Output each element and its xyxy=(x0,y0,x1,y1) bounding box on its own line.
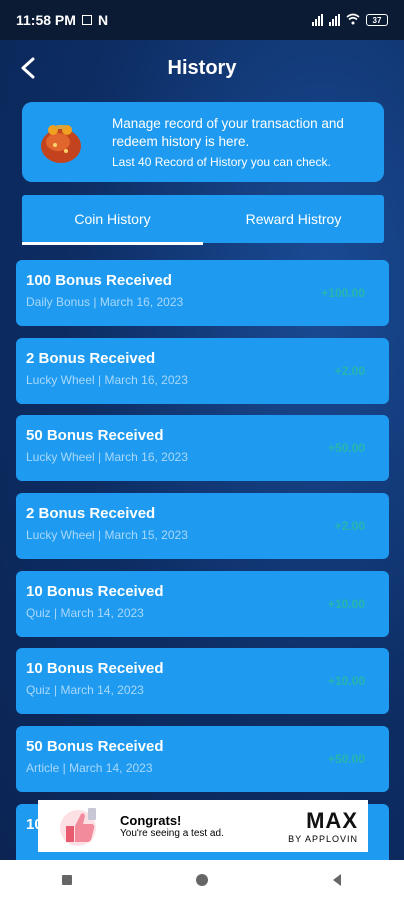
square-icon xyxy=(62,875,73,885)
item-amount: +50.00 xyxy=(327,752,365,767)
status-time: 11:58 PM xyxy=(16,12,76,28)
history-tabs: Coin History Reward Histroy xyxy=(22,195,384,245)
item-title: 10 Bonus Received xyxy=(26,582,164,600)
item-subtitle: Lucky Wheel | March 16, 2023 xyxy=(26,450,188,465)
notification-icon xyxy=(81,15,92,25)
info-line-2: Last 40 Record of History you can check. xyxy=(112,155,331,169)
history-screen: History Manage record of your transactio… xyxy=(0,40,404,860)
back-nav-button[interactable] xyxy=(317,860,357,900)
item-amount: +10.00 xyxy=(327,674,365,689)
page-title: History xyxy=(167,56,237,79)
item-amount: +2.00 xyxy=(334,519,365,534)
item-title: 10 Bonus Received xyxy=(26,660,164,678)
list-item[interactable]: 50 Bonus Received Lucky Wheel | March 16… xyxy=(16,415,389,482)
list-item[interactable]: 100 Bonus Received Daily Bonus | March 1… xyxy=(16,260,389,326)
thumbs-up-icon xyxy=(60,808,96,846)
piggy-bank-icon xyxy=(41,125,81,163)
applovin-logo: MAX BY APPLOVIN xyxy=(288,808,358,844)
ad-subtitle: You're seeing a test ad. xyxy=(120,828,224,839)
signal-icon xyxy=(312,14,323,26)
item-amount: +50.00 xyxy=(327,441,365,456)
status-bar: 11:58 PM N 37 xyxy=(0,0,404,40)
battery-level: 37 xyxy=(372,15,382,25)
tab-reward-history[interactable]: Reward Histroy xyxy=(203,195,384,243)
ad-banner[interactable]: Congrats! You're seeing a test ad. MAX B… xyxy=(38,800,368,852)
system-nav-bar xyxy=(0,860,404,900)
list-item[interactable]: 10 Bonus Received Quiz | March 14, 2023 … xyxy=(16,648,389,715)
item-title: 2 Bonus Received xyxy=(26,349,156,367)
list-item[interactable]: 10 Bonus Received Quiz | March 14, 2023 … xyxy=(16,570,389,637)
info-text: Manage record of your transaction and re… xyxy=(112,115,372,169)
home-button[interactable] xyxy=(182,860,222,900)
info-line-1: Manage record of your transaction and re… xyxy=(112,116,344,149)
list-item[interactable]: 50 Bonus Received Article | March 14, 20… xyxy=(16,726,389,793)
item-amount: +100.00 xyxy=(321,286,365,300)
list-item[interactable]: 2 Bonus Received Lucky Wheel | March 15,… xyxy=(16,493,389,560)
item-subtitle: Lucky Wheel | March 16, 2023 xyxy=(26,372,188,387)
ad-text: Congrats! You're seeing a test ad. xyxy=(120,813,224,839)
triangle-back-icon xyxy=(332,874,341,886)
ad-brand-sub: BY APPLOVIN xyxy=(288,834,358,844)
top-bar: History xyxy=(0,40,404,96)
circle-icon xyxy=(195,874,208,886)
status-indicator-text: N xyxy=(97,12,109,28)
ad-title: Congrats! xyxy=(120,813,182,828)
tab-coin-history[interactable]: Coin History xyxy=(22,195,203,245)
history-list: 100 Bonus Received Daily Bonus | March 1… xyxy=(16,260,389,860)
item-amount: +2.00 xyxy=(334,363,365,378)
list-item[interactable]: 2 Bonus Received Lucky Wheel | March 16,… xyxy=(16,337,389,404)
item-subtitle: Quiz | March 14, 2023 xyxy=(26,605,144,620)
item-subtitle: Quiz | March 14, 2023 xyxy=(26,683,144,698)
item-subtitle: Lucky Wheel | March 15, 2023 xyxy=(26,528,188,543)
wifi-icon xyxy=(346,13,360,28)
chevron-left-icon xyxy=(21,57,35,79)
back-button[interactable] xyxy=(12,52,44,84)
item-title: 2 Bonus Received xyxy=(26,505,156,523)
recents-button[interactable] xyxy=(47,860,87,900)
signal-icon-2 xyxy=(329,14,340,26)
item-title: 50 Bonus Received xyxy=(26,738,164,756)
item-amount: +10.00 xyxy=(327,596,365,611)
info-card: Manage record of your transaction and re… xyxy=(22,102,384,182)
battery-icon: 37 xyxy=(366,14,388,26)
item-title: 50 Bonus Received xyxy=(26,427,164,445)
item-subtitle: Article | March 14, 2023 xyxy=(26,761,153,776)
ad-brand: MAX xyxy=(306,808,358,833)
